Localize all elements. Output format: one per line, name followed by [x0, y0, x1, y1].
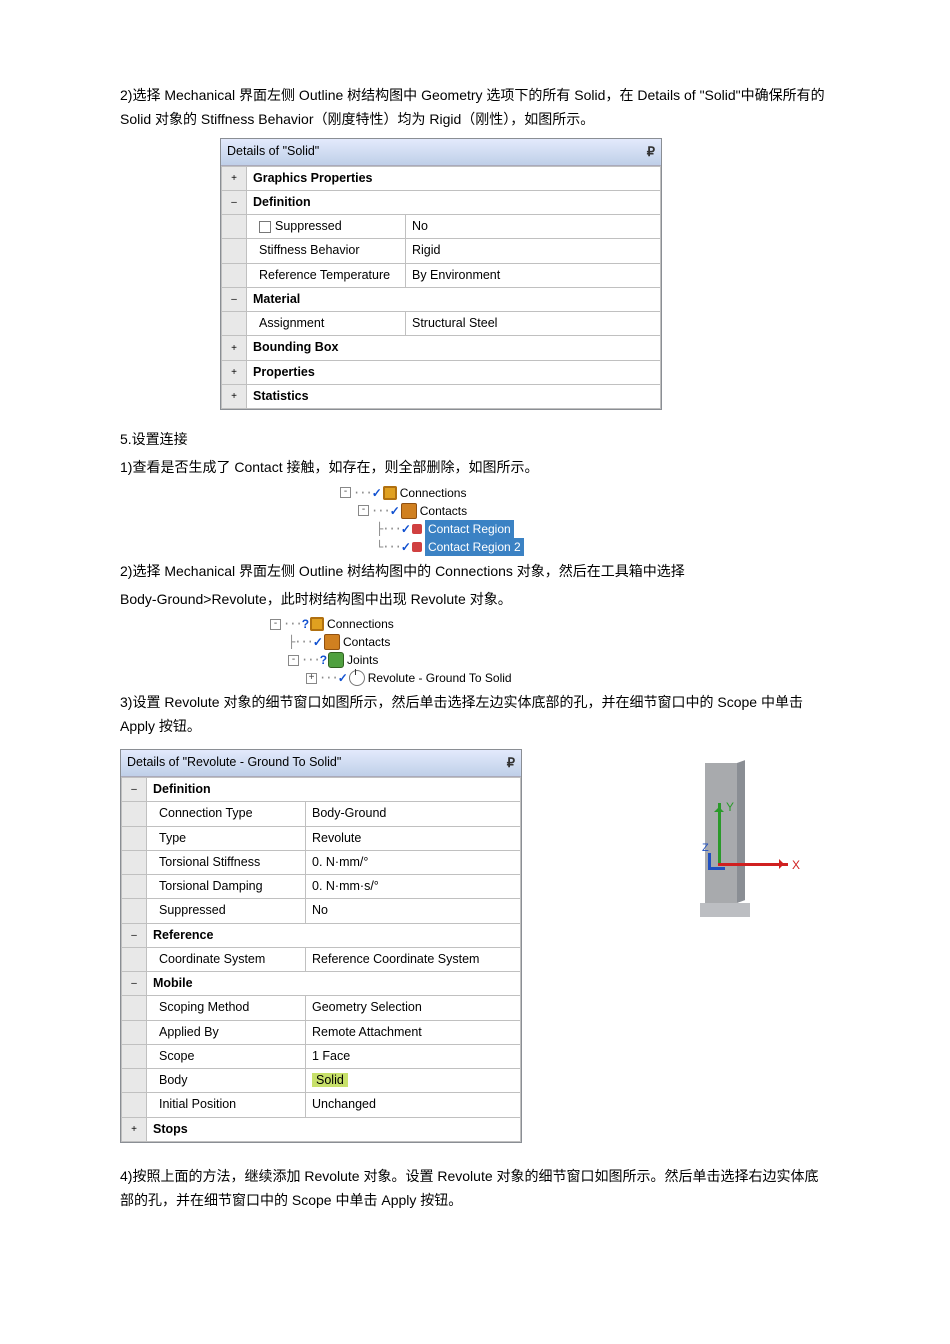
table-row[interactable]: Connection TypeBody-Ground: [122, 802, 521, 826]
row-label: Assignment: [247, 312, 406, 336]
panel-title-text: Details of "Revolute - Ground To Solid": [127, 752, 341, 773]
joints-icon: [328, 652, 344, 668]
details-grid: + Graphics Properties – Definition Suppr…: [221, 166, 661, 410]
solid-body: [705, 763, 737, 903]
expand-icon[interactable]: +: [122, 1117, 147, 1141]
para-5-2b: Body-Ground>Revolute，此时树结构图中出现 Revolute …: [120, 588, 830, 612]
expand-icon[interactable]: +: [222, 360, 247, 384]
para-step2: 2)选择 Mechanical 界面左侧 Outline 树结构图中 Geome…: [120, 84, 830, 132]
tree-joints: -···?Connections ├···✓Contacts -···?Join…: [120, 615, 830, 687]
details-revolute-panel: Details of "Revolute - Ground To Solid" …: [120, 749, 522, 1143]
details-solid-panel: Details of "Solid" ₽ + Graphics Properti…: [220, 138, 662, 411]
tree-node-contact-region[interactable]: ├···✓Contact Region: [340, 520, 830, 538]
para-5-2a: 2)选择 Mechanical 界面左侧 Outline 树结构图中的 Conn…: [120, 560, 830, 584]
heading-5: 5.设置连接: [120, 428, 830, 452]
expand-icon[interactable]: +: [222, 166, 247, 190]
tree-node-connections[interactable]: -···?Connections: [270, 615, 830, 633]
contact-region-icon: [412, 524, 422, 534]
para-5-3: 3)设置 Revolute 对象的细节窗口如图所示，然后单击选择左边实体底部的孔…: [120, 691, 830, 739]
expand-icon[interactable]: +: [222, 384, 247, 408]
row-value[interactable]: Rigid: [406, 239, 661, 263]
panel-title-row: Details of "Solid" ₽: [221, 139, 661, 166]
row-value[interactable]: By Environment: [406, 263, 661, 287]
pin-icon[interactable]: ₽: [507, 752, 515, 774]
table-row[interactable]: Assignment Structural Steel: [222, 312, 661, 336]
group-label: Definition: [247, 190, 661, 214]
tree-node-joints[interactable]: -···?Joints: [270, 651, 830, 669]
group-definition[interactable]: – Definition: [222, 190, 661, 214]
group-stops[interactable]: + Stops: [122, 1117, 521, 1141]
group-label: Properties: [247, 360, 661, 384]
group-material[interactable]: – Material: [222, 287, 661, 311]
row-value[interactable]: Structural Steel: [406, 312, 661, 336]
para-5-4: 4)按照上面的方法，继续添加 Revolute 对象。设置 Revolute 对…: [120, 1165, 830, 1213]
axis-x-label: X: [792, 855, 800, 875]
collapse-icon[interactable]: –: [122, 972, 147, 996]
table-row[interactable]: Suppressed No: [222, 215, 661, 239]
collapse-icon[interactable]: -: [288, 655, 299, 666]
table-row[interactable]: Scope1 Face: [122, 1044, 521, 1068]
group-properties[interactable]: + Properties: [222, 360, 661, 384]
group-graphics[interactable]: + Graphics Properties: [222, 166, 661, 190]
group-label: Bounding Box: [247, 336, 661, 360]
collapse-icon[interactable]: –: [222, 190, 247, 214]
table-row[interactable]: Scoping MethodGeometry Selection: [122, 996, 521, 1020]
group-statistics[interactable]: + Statistics: [222, 384, 661, 408]
connections-icon: [383, 486, 397, 500]
collapse-icon[interactable]: -: [270, 619, 281, 630]
tree-node-revolute[interactable]: +···✓Revolute - Ground To Solid: [270, 669, 830, 687]
contacts-icon: [324, 634, 340, 650]
axis-z-icon: [708, 853, 725, 870]
pin-icon[interactable]: ₽: [647, 141, 655, 163]
collapse-icon[interactable]: -: [358, 505, 369, 516]
table-row[interactable]: Reference Temperature By Environment: [222, 263, 661, 287]
panel-title-row: Details of "Revolute - Ground To Solid" …: [121, 750, 521, 777]
axis-z-label: Z: [702, 839, 709, 858]
connections-icon: [310, 617, 324, 631]
row-value[interactable]: No: [406, 215, 661, 239]
table-row[interactable]: Torsional Damping0. N·mm·s/°: [122, 875, 521, 899]
table-row[interactable]: Initial PositionUnchanged: [122, 1093, 521, 1117]
tree-node-contacts[interactable]: -···✓Contacts: [340, 502, 830, 520]
table-row[interactable]: TypeRevolute: [122, 826, 521, 850]
contacts-icon: [401, 503, 417, 519]
collapse-icon[interactable]: –: [122, 778, 147, 802]
details-grid: – Definition Connection TypeBody-Ground …: [121, 777, 521, 1142]
expand-icon[interactable]: +: [306, 673, 317, 684]
tree-contacts: -···✓Connections -···✓Contacts ├···✓Cont…: [120, 484, 830, 556]
group-reference[interactable]: – Reference: [122, 923, 521, 947]
group-definition[interactable]: – Definition: [122, 778, 521, 802]
collapse-icon[interactable]: –: [122, 923, 147, 947]
tree-node-contacts[interactable]: ├···✓Contacts: [270, 633, 830, 651]
group-label: Material: [247, 287, 661, 311]
group-label: Statistics: [247, 384, 661, 408]
table-row[interactable]: Applied ByRemote Attachment: [122, 1020, 521, 1044]
group-bounding[interactable]: + Bounding Box: [222, 336, 661, 360]
panel-title-text: Details of "Solid": [227, 141, 319, 162]
row-label: Stiffness Behavior: [247, 239, 406, 263]
table-row[interactable]: BodySolid: [122, 1069, 521, 1093]
group-mobile[interactable]: – Mobile: [122, 972, 521, 996]
solid-face: [737, 760, 745, 903]
row-label: Reference Temperature: [247, 263, 406, 287]
checkbox-icon[interactable]: [259, 221, 271, 233]
tree-node-connections[interactable]: -···✓Connections: [340, 484, 830, 502]
group-label: Graphics Properties: [247, 166, 661, 190]
solid-base: [700, 903, 750, 917]
tree-node-contact-region-2[interactable]: └···✓Contact Region 2: [340, 538, 830, 556]
collapse-icon[interactable]: –: [222, 287, 247, 311]
axis-y-label: Y: [726, 797, 734, 817]
table-row[interactable]: Coordinate SystemReference Coordinate Sy…: [122, 947, 521, 971]
table-row[interactable]: Stiffness Behavior Rigid: [222, 239, 661, 263]
expand-icon[interactable]: +: [222, 336, 247, 360]
revolute-icon: [349, 670, 365, 686]
axis-x-icon: [718, 863, 788, 866]
table-row[interactable]: SuppressedNo: [122, 899, 521, 923]
collapse-icon[interactable]: -: [340, 487, 351, 498]
contact-region-icon: [412, 542, 422, 552]
para-5-1: 1)查看是否生成了 Contact 接触，如存在，则全部删除，如图所示。: [120, 456, 830, 480]
row-label: Suppressed: [247, 215, 406, 239]
geometry-preview: Y X Z: [630, 743, 830, 943]
table-row[interactable]: Torsional Stiffness0. N·mm/°: [122, 850, 521, 874]
